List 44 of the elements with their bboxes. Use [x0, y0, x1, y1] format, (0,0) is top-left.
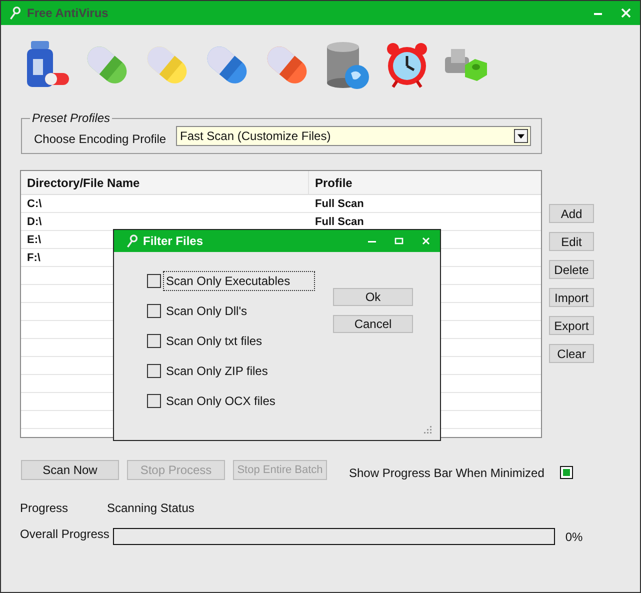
maximize-icon[interactable]: [393, 235, 405, 247]
minimized-option-label: Show Progress Bar When Minimized: [349, 466, 544, 480]
option-checkbox[interactable]: [147, 364, 161, 378]
side-button[interactable]: Import: [549, 288, 594, 307]
table-cell-text: Full Scan: [314, 197, 365, 212]
option-checkbox[interactable]: [147, 334, 161, 348]
column-header[interactable]: Directory/File Name: [21, 171, 309, 194]
group-legend: Preset Profiles: [30, 111, 112, 125]
side-button[interactable]: Clear: [549, 344, 594, 363]
table-cell-text: C:\: [26, 197, 43, 212]
progress-label: Progress: [20, 501, 70, 515]
minimized-checkbox[interactable]: [560, 466, 574, 478]
overall-progress-label: Overall Progress: [20, 526, 110, 540]
dialog-button[interactable]: Cancel: [333, 315, 413, 333]
table-cell-text: D:\: [26, 215, 43, 230]
column-header[interactable]: Profile: [309, 171, 539, 194]
window-title: Free AntiVirus: [27, 6, 108, 20]
table-cell-text: F:\: [26, 251, 42, 266]
option-label[interactable]: Scan Only Executables: [163, 271, 316, 291]
close-icon[interactable]: [420, 235, 432, 247]
profile-label: Choose Encoding Profile: [34, 132, 168, 146]
option-label[interactable]: Scan Only Dll's: [163, 301, 250, 321]
table-cell-text: Full Scan: [314, 215, 365, 230]
option-checkbox[interactable]: [147, 304, 161, 318]
option-checkbox[interactable]: [147, 274, 161, 288]
progress-reading: 0%: [565, 530, 583, 544]
scanning-status: Scanning Status: [107, 501, 194, 515]
resize-grip-icon[interactable]: [424, 426, 432, 434]
option-label[interactable]: Scan Only txt files: [163, 331, 266, 351]
side-button[interactable]: Delete: [549, 260, 594, 279]
close-icon[interactable]: [620, 7, 632, 19]
profile-dropdown[interactable]: Fast Scan (Customize Files): [176, 126, 531, 146]
key-icon: [126, 234, 138, 248]
key-icon: [9, 6, 21, 20]
option-checkbox[interactable]: [147, 394, 161, 408]
dialog-button[interactable]: Ok: [333, 288, 413, 306]
option-label[interactable]: Scan Only ZIP files: [163, 361, 271, 381]
side-button[interactable]: Export: [549, 316, 594, 335]
action-button[interactable]: Scan Now: [21, 460, 119, 480]
side-button[interactable]: Edit: [549, 232, 594, 251]
table-cell-text: E:\: [26, 233, 42, 248]
dialog-title: Filter Files: [143, 234, 204, 248]
side-button[interactable]: Add: [549, 204, 594, 223]
option-label[interactable]: Scan Only OCX files: [163, 391, 278, 411]
